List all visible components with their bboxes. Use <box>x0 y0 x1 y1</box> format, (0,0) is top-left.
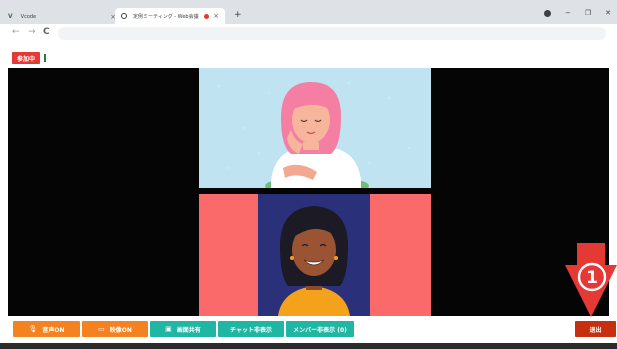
video-stage <box>8 68 609 316</box>
forward-arrow-icon[interactable]: → <box>28 27 36 37</box>
maximize-icon[interactable]: ❐ <box>585 9 591 17</box>
audio-on-button[interactable]: 🎙 音声ON <box>13 321 80 337</box>
participant-video-tile[interactable] <box>199 194 431 316</box>
camera-icon: ▭ <box>98 325 105 333</box>
hide-chat-button[interactable]: チャット非表示 <box>218 321 284 337</box>
back-arrow-icon[interactable]: ← <box>12 27 20 37</box>
screen-share-button[interactable]: ▣ 画面共有 <box>150 321 216 337</box>
exit-label: 退出 <box>589 326 602 334</box>
screen-share-icon: ▣ <box>165 325 172 333</box>
hide-members-button[interactable]: メンバー非表示 (0) <box>286 321 354 337</box>
tab-title: 定例ミーティング - Web会議 <box>133 13 199 20</box>
woman-pink-hair-illustration <box>218 82 410 188</box>
web-meeting-page: V Vcode × 定例ミーティング - Web会議 × + − ❐ ✕ ← →… <box>0 0 617 349</box>
exit-button[interactable]: 退出 <box>575 321 616 337</box>
tab-vcode[interactable]: V Vcode × <box>8 9 116 24</box>
participant-video-tile[interactable] <box>199 68 431 188</box>
new-tab-button[interactable]: + <box>234 10 242 20</box>
tab-meeting[interactable]: 定例ミーティング - Web会議 × <box>115 8 225 24</box>
video-on-button[interactable]: ▭ 映像ON <box>82 321 148 337</box>
browser-tab-strip: V Vcode × 定例ミーティング - Web会議 × + − ❐ ✕ <box>0 0 617 24</box>
url-field[interactable] <box>58 27 606 40</box>
step-callout: 1 <box>565 243 617 323</box>
screen-share-label: 画面共有 <box>176 326 201 334</box>
audio-level-indicator <box>44 54 46 62</box>
audio-on-label: 音声ON <box>42 326 65 334</box>
hide-members-label: メンバー非表示 (0) <box>293 326 347 334</box>
reload-icon[interactable]: C <box>43 27 50 37</box>
close-tab-icon[interactable]: × <box>213 12 219 20</box>
close-window-icon[interactable]: ✕ <box>605 9 611 17</box>
video-on-label: 映像ON <box>109 326 132 334</box>
hide-chat-label: チャット非表示 <box>230 326 272 334</box>
profile-icon[interactable] <box>543 9 551 17</box>
window-bottom-edge <box>0 343 617 349</box>
address-bar: ← → C <box>0 24 617 44</box>
callout-number: 1 <box>586 268 598 288</box>
woman-dark-hair-illustration <box>278 206 350 316</box>
down-arrow-callout-icon: 1 <box>565 243 617 317</box>
recording-indicator-icon <box>204 13 209 19</box>
window-controls: − ❐ ✕ <box>543 9 611 17</box>
joined-badge: 参加中 <box>12 52 40 64</box>
tab-title: Vcode <box>20 13 37 20</box>
status-strip: 参加中 <box>0 44 617 68</box>
participant-video-inner <box>258 194 370 316</box>
vcode-favicon-icon: V <box>8 13 13 20</box>
globe-favicon-icon <box>121 13 127 19</box>
meeting-toolbar: 🎙 音声ON ▭ 映像ON ▣ 画面共有 チャット非表示 メンバー非表示 (0)… <box>0 316 617 343</box>
minimize-icon[interactable]: − <box>565 9 571 17</box>
microphone-icon: 🎙 <box>28 325 38 333</box>
